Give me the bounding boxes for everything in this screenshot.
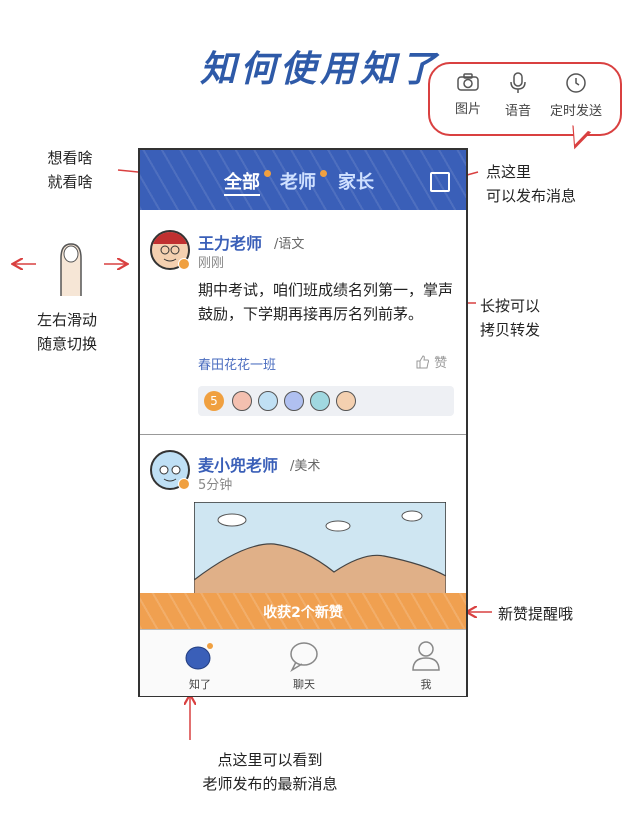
post-divider xyxy=(140,434,466,435)
tab-all[interactable]: 全部 xyxy=(224,168,260,196)
liker-avatar[interactable] xyxy=(336,391,356,411)
cicada-icon xyxy=(185,643,213,670)
bottom-tabbar: 知了 聊天 我 xyxy=(140,629,466,696)
post-text[interactable]: 期中考试，咱们班成绩名列第一，掌声鼓励，下学期再接再厉名列前茅。 xyxy=(198,278,456,326)
post-time: 5分钟 xyxy=(198,478,233,493)
tab-dot xyxy=(320,170,327,177)
person-icon xyxy=(412,641,440,671)
app-header: 全部 老师 家长 xyxy=(140,150,466,210)
compose-icon[interactable] xyxy=(430,172,450,192)
likers-bar[interactable]: 5 xyxy=(198,386,454,416)
liker-avatar[interactable] xyxy=(258,391,278,411)
avatar-badge xyxy=(178,478,190,490)
class-tag[interactable]: 春田花花一班 xyxy=(198,354,276,373)
tab-dot xyxy=(264,170,271,177)
post-time: 刚刚 xyxy=(198,256,225,271)
tabbar-label: 聊天 xyxy=(293,678,315,691)
avatar-badge xyxy=(178,258,190,270)
tabbar-label: 知了 xyxy=(189,678,211,691)
like-label: 赞 xyxy=(434,356,448,371)
tabbar-label: 我 xyxy=(420,678,432,691)
tabbar-me[interactable]: 我 xyxy=(396,638,456,691)
landscape-image[interactable] xyxy=(194,502,446,594)
post-author[interactable]: 麦小兜老师 xyxy=(198,452,278,476)
liker-avatar[interactable] xyxy=(284,391,304,411)
banner-text: 收获2个新赞 xyxy=(263,605,343,621)
post-subject: /美术 xyxy=(290,459,321,474)
tab-teacher[interactable]: 老师 xyxy=(280,168,316,194)
like-button[interactable]: 赞 xyxy=(416,352,447,371)
chat-bubble-icon xyxy=(290,642,318,672)
phone-screen: 全部 老师 家长 王力老师 /语文 刚刚 期中考试，咱们班成绩名列第一，掌声鼓励… xyxy=(138,148,468,697)
tabbar-zhiliao[interactable]: 知了 xyxy=(170,638,230,691)
thumbs-up-icon xyxy=(416,355,429,369)
post-author[interactable]: 王力老师 xyxy=(198,230,262,254)
liker-avatar[interactable] xyxy=(310,391,330,411)
tabbar-chat[interactable]: 聊天 xyxy=(274,638,334,691)
post-subject: /语文 xyxy=(274,237,305,252)
liker-avatar[interactable] xyxy=(232,391,252,411)
new-likes-banner[interactable]: 收获2个新赞 xyxy=(140,593,466,629)
tab-parent[interactable]: 家长 xyxy=(338,168,374,194)
like-count: 5 xyxy=(204,391,224,411)
